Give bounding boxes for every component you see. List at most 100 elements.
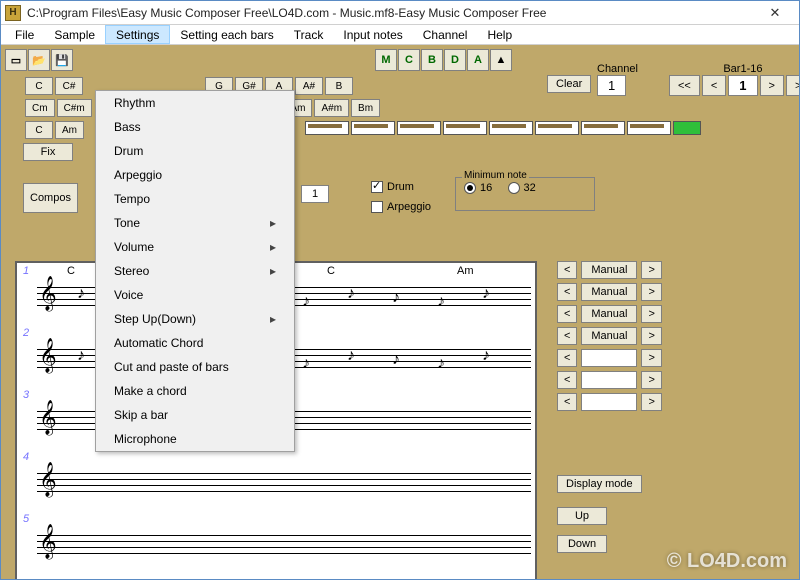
menu-item-drum[interactable]: Drum — [96, 139, 294, 163]
manual-prev-1[interactable]: < — [557, 283, 577, 301]
toolbar-c[interactable]: C — [398, 49, 420, 71]
chord-minor-0[interactable]: Cm — [25, 99, 55, 117]
toolbar-m[interactable]: M — [375, 49, 397, 71]
arpeggio-checkbox[interactable]: Arpeggio — [371, 201, 431, 213]
minimum-note-group: Minimum note 16 32 — [455, 177, 595, 211]
compose-button[interactable]: Compos — [23, 183, 78, 213]
sel-chord-0[interactable]: C — [25, 121, 53, 139]
manual-prev-5[interactable]: < — [557, 371, 577, 389]
menu-item-cut-and-paste-of-bars[interactable]: Cut and paste of bars — [96, 355, 294, 379]
new-icon[interactable]: ▭ — [5, 49, 27, 71]
menu-item-volume[interactable]: Volume▸ — [96, 235, 294, 259]
toolbar-d[interactable]: D — [444, 49, 466, 71]
manual-next-5[interactable]: > — [641, 371, 661, 389]
manual-prev-6[interactable]: < — [557, 393, 577, 411]
manual-label-3[interactable]: Manual — [581, 327, 637, 345]
chord-minor-9[interactable]: A#m — [314, 99, 349, 117]
toolbar-a[interactable]: A — [467, 49, 489, 71]
clear-button[interactable]: Clear — [547, 75, 591, 93]
bar-first-button[interactable]: << — [669, 75, 700, 96]
menu-channel[interactable]: Channel — [413, 25, 478, 44]
bar-value[interactable]: 1 — [728, 75, 757, 96]
menu-item-tempo[interactable]: Tempo — [96, 187, 294, 211]
manual-prev-4[interactable]: < — [557, 349, 577, 367]
menu-settings[interactable]: Settings — [105, 25, 170, 44]
menu-item-voice[interactable]: Voice — [96, 283, 294, 307]
minnote-32-radio[interactable]: 32 — [508, 182, 536, 194]
menu-item-rhythm[interactable]: Rhythm — [96, 91, 294, 115]
manual-label-2[interactable]: Manual — [581, 305, 637, 323]
menu-sample[interactable]: Sample — [44, 25, 105, 44]
toolbar-b[interactable]: B — [421, 49, 443, 71]
sel-chord-1[interactable]: Am — [55, 121, 84, 139]
chord-major-0[interactable]: C — [25, 77, 53, 95]
menu-item-make-a-chord[interactable]: Make a chord — [96, 379, 294, 403]
manual-label-6[interactable] — [581, 393, 637, 411]
manual-label-4[interactable] — [581, 349, 637, 367]
manual-row-3: <Manual> — [557, 327, 687, 345]
menu-item-bass[interactable]: Bass — [96, 115, 294, 139]
swatch-0[interactable] — [305, 121, 349, 135]
chord-major-10[interactable]: B — [325, 77, 353, 95]
manual-row-6: <> — [557, 393, 687, 411]
chord-major-9[interactable]: A# — [295, 77, 323, 95]
chord-major-1[interactable]: C# — [55, 77, 83, 95]
bar-next-button[interactable]: > — [760, 75, 784, 96]
down-button[interactable]: Down — [557, 535, 607, 553]
manual-next-4[interactable]: > — [641, 349, 661, 367]
display-mode-button[interactable]: Display mode — [557, 475, 642, 493]
swatch-5[interactable] — [535, 121, 579, 135]
close-button[interactable]: ✕ — [755, 3, 795, 23]
menu-track[interactable]: Track — [284, 25, 334, 44]
menu-setting-each-bars[interactable]: Setting each bars — [170, 25, 283, 44]
staff-5[interactable]: 5𝄞 — [17, 511, 535, 573]
manual-row-2: <Manual> — [557, 305, 687, 323]
menu-item-stereo[interactable]: Stereo▸ — [96, 259, 294, 283]
swatch-2[interactable] — [397, 121, 441, 135]
swatch-7[interactable] — [627, 121, 671, 135]
menu-file[interactable]: File — [5, 25, 44, 44]
menu-item-skip-a-bar[interactable]: Skip a bar — [96, 403, 294, 427]
up-button[interactable]: Up — [557, 507, 607, 525]
menu-item-step-up-down-[interactable]: Step Up(Down)▸ — [96, 307, 294, 331]
swatch-green[interactable] — [673, 121, 701, 135]
chord-minor-1[interactable]: C#m — [57, 99, 92, 117]
bar-last-button[interactable]: >> — [786, 75, 799, 96]
manual-next-3[interactable]: > — [641, 327, 661, 345]
manual-label-0[interactable]: Manual — [581, 261, 637, 279]
open-icon[interactable]: 📂 — [28, 49, 50, 71]
menu-item-arpeggio[interactable]: Arpeggio — [96, 163, 294, 187]
channel-value[interactable]: 1 — [597, 75, 626, 96]
bar-prev-button[interactable]: < — [702, 75, 726, 96]
manual-label-1[interactable]: Manual — [581, 283, 637, 301]
workspace: ▭ 📂 💾 M C B D A ▲ CC#GG#AA#B CmC#mGmG#mA… — [1, 45, 799, 579]
minnote-16-radio[interactable]: 16 — [464, 182, 492, 194]
fix-button[interactable]: Fix — [23, 143, 73, 161]
swatch-4[interactable] — [489, 121, 533, 135]
manual-next-6[interactable]: > — [641, 393, 661, 411]
swatch-6[interactable] — [581, 121, 625, 135]
manual-prev-3[interactable]: < — [557, 327, 577, 345]
minnote-legend: Minimum note — [462, 170, 529, 181]
manual-label-5[interactable] — [581, 371, 637, 389]
manual-next-1[interactable]: > — [641, 283, 661, 301]
metronome-icon[interactable]: ▲ — [490, 49, 512, 71]
menu-item-automatic-chord[interactable]: Automatic Chord — [96, 331, 294, 355]
manual-prev-0[interactable]: < — [557, 261, 577, 279]
arpeggio-check-icon — [371, 201, 383, 213]
menu-help[interactable]: Help — [477, 25, 522, 44]
menu-input-notes[interactable]: Input notes — [333, 25, 412, 44]
menu-item-tone[interactable]: Tone▸ — [96, 211, 294, 235]
save-icon[interactable]: 💾 — [51, 49, 73, 71]
numeric-field[interactable]: 1 — [301, 185, 329, 203]
swatch-1[interactable] — [351, 121, 395, 135]
chord-minor-10[interactable]: Bm — [351, 99, 380, 117]
staff-4[interactable]: 4𝄞 — [17, 449, 535, 511]
swatch-3[interactable] — [443, 121, 487, 135]
manual-prev-2[interactable]: < — [557, 305, 577, 323]
manual-next-0[interactable]: > — [641, 261, 661, 279]
menubar: FileSampleSettingsSetting each barsTrack… — [1, 25, 799, 45]
drum-checkbox[interactable]: Drum — [371, 181, 414, 193]
menu-item-microphone[interactable]: Microphone — [96, 427, 294, 451]
manual-next-2[interactable]: > — [641, 305, 661, 323]
